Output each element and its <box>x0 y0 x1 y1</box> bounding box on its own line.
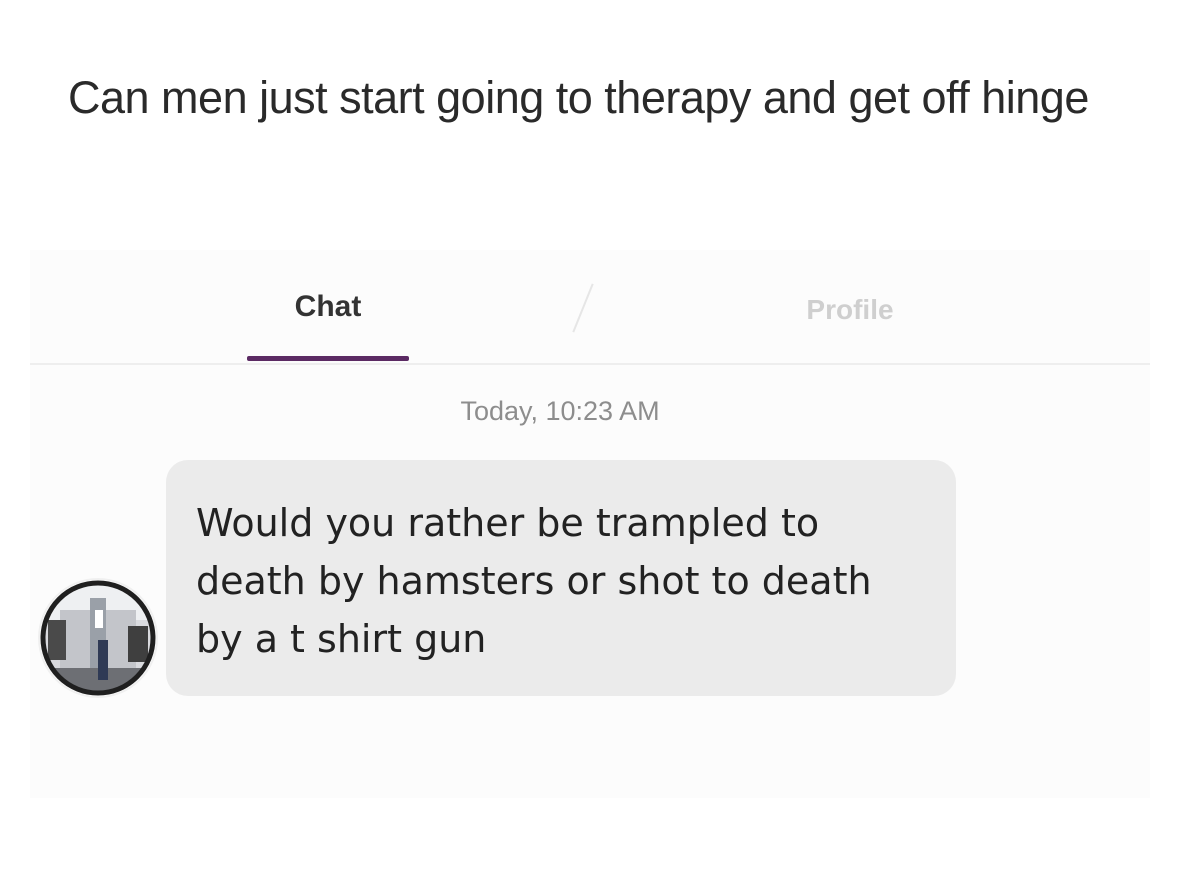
tab-divider <box>572 283 594 333</box>
post-caption: Can men just start going to therapy and … <box>68 72 1089 123</box>
tab-chat[interactable]: Chat <box>248 290 408 324</box>
active-tab-indicator <box>247 356 409 361</box>
tab-profile[interactable]: Profile <box>770 294 930 326</box>
hinge-chat-screenshot: Chat Profile Today, 10:23 AM Would you r… <box>30 250 1150 798</box>
page: Can men just start going to therapy and … <box>0 0 1179 891</box>
message-timestamp: Today, 10:23 AM <box>460 396 660 426</box>
message-text: Would you rather be trampled to death by… <box>196 501 872 661</box>
avatar[interactable] <box>40 580 156 696</box>
tab-bar: Chat Profile <box>30 250 1150 365</box>
message-bubble[interactable]: Would you rather be trampled to death by… <box>166 460 956 696</box>
avatar-photo-icon <box>40 580 156 696</box>
